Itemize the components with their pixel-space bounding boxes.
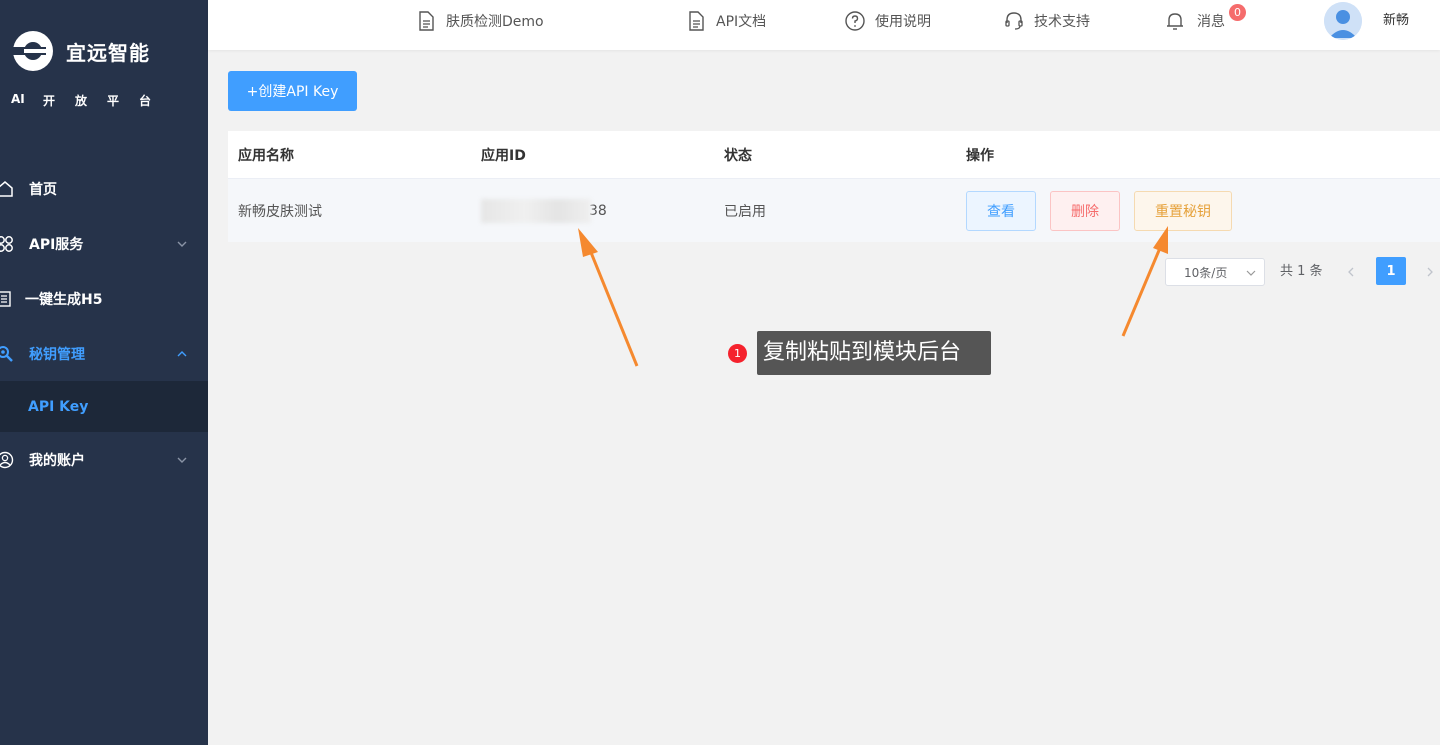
brand-name: 宜远智能: [66, 40, 150, 65]
app-name-cell: 新畅皮肤测试: [238, 203, 322, 220]
username[interactable]: 新畅: [1383, 0, 1409, 42]
app-id-cell[interactable]: 38: [481, 198, 607, 223]
chevron-down-icon: [177, 241, 187, 247]
chevron-down-icon: [177, 457, 187, 463]
header-usage-label: 使用说明: [875, 14, 931, 30]
key-search-icon: [0, 345, 13, 362]
arrow-to-app-id: [578, 228, 639, 367]
sidebar-item-label: 一键生成H5: [25, 291, 103, 308]
sidebar-item-key-management[interactable]: 秘钥管理: [0, 326, 208, 381]
sidebar-item-label: API Key: [28, 398, 89, 415]
redacted-id: [481, 198, 591, 223]
sidebar-item-home[interactable]: 首页: [0, 161, 208, 216]
tagline-char: 台: [139, 94, 152, 108]
sidebar-item-label: 我的账户: [29, 452, 85, 469]
page-size-value: 10条/页: [1184, 265, 1228, 280]
grid-icon: [0, 235, 13, 252]
header-demo-label: 肤质检测Demo: [446, 14, 544, 30]
top-header: 肤质检测Demo API文档 使用说明 技术支持 消息 0 新畅: [208, 0, 1440, 50]
document-icon: [689, 11, 704, 31]
delete-button[interactable]: 删除: [1050, 191, 1120, 231]
document-icon: [419, 11, 434, 31]
create-api-key-button[interactable]: +创建API Key: [228, 71, 357, 111]
header-messages-label: 消息: [1197, 14, 1225, 30]
column-header-status: 状态: [724, 147, 752, 164]
brand-logo[interactable]: 宜远智能: [12, 30, 150, 72]
chevron-right-icon: [1427, 267, 1433, 277]
header-demo-link[interactable]: 肤质检测Demo: [415, 0, 544, 42]
sidebar-item-my-account[interactable]: 我的账户: [0, 432, 208, 487]
prev-page-button[interactable]: [1341, 258, 1361, 286]
annotation-number-badge: 1: [728, 344, 747, 363]
user-circle-icon: [0, 451, 14, 468]
column-header-actions: 操作: [966, 147, 994, 164]
brand-tagline: AI 开 放 平 台: [11, 92, 171, 109]
total-count: 共 1 条: [1280, 264, 1323, 279]
sidebar-nav: 首页 API服务 一键生成H5 秘钥管理 API Key 我的账户: [0, 161, 208, 487]
reset-secret-button[interactable]: 重置秘钥: [1134, 191, 1232, 231]
tagline-char: 平: [107, 94, 120, 108]
sidebar-item-label: API服务: [29, 236, 84, 253]
annotation-arrows: [578, 226, 1168, 367]
header-api-docs-label: API文档: [716, 14, 767, 30]
page-number-current[interactable]: 1: [1376, 257, 1406, 285]
view-button[interactable]: 查看: [966, 191, 1036, 231]
avatar[interactable]: [1324, 2, 1362, 40]
sidebar-item-h5[interactable]: 一键生成H5: [0, 271, 208, 326]
tagline-char: 开: [43, 94, 56, 108]
sidebar-item-api-service[interactable]: API服务: [0, 216, 208, 271]
home-icon: [0, 180, 13, 197]
tagline-char: AI: [11, 92, 25, 106]
header-support-link[interactable]: 技术支持: [1003, 0, 1090, 42]
app-id-suffix: 38: [589, 202, 607, 219]
table-row: 新畅皮肤测试 38 已启用 查看 删除 重置秘钥: [228, 179, 1440, 242]
user-avatar-icon: [1324, 2, 1362, 40]
headset-icon: [1005, 12, 1023, 30]
chevron-up-icon: [177, 350, 187, 356]
page-size-select[interactable]: 10条/页: [1165, 258, 1265, 286]
header-support-label: 技术支持: [1034, 14, 1090, 30]
question-circle-icon: [845, 11, 865, 31]
chevron-left-icon: [1348, 267, 1354, 277]
api-key-table: 应用名称 应用ID 状态 操作 新畅皮肤测试 38 已启用 查看 删除 重置秘钥: [228, 131, 1440, 242]
header-api-docs-link[interactable]: API文档: [685, 0, 766, 42]
annotation-callout: 复制粘贴到模块后台: [757, 331, 991, 375]
table-header: 应用名称 应用ID 状态 操作: [228, 131, 1440, 179]
bell-icon: [1167, 13, 1183, 30]
tagline-char: 放: [75, 94, 88, 108]
column-header-app-id: 应用ID: [481, 147, 526, 164]
sidebar-item-api-key[interactable]: API Key: [0, 381, 208, 432]
status-cell: 已启用: [724, 203, 766, 220]
header-usage-link[interactable]: 使用说明: [844, 0, 931, 42]
chevron-down-icon: [1246, 270, 1256, 276]
message-count-badge: 0: [1229, 4, 1246, 21]
list-icon: [0, 290, 11, 307]
next-page-button[interactable]: [1420, 258, 1440, 286]
column-header-app-name: 应用名称: [238, 147, 294, 164]
sidebar-item-label: 秘钥管理: [29, 346, 85, 363]
sidebar: 宜远智能 AI 开 放 平 台 首页 API服务 一键生成H5 秘钥管理 API…: [0, 0, 208, 745]
header-messages-link[interactable]: 消息: [1164, 0, 1225, 42]
sidebar-item-label: 首页: [29, 181, 57, 198]
logo-mark-icon: [12, 31, 53, 71]
arrow-to-reset-secret: [1121, 226, 1168, 337]
